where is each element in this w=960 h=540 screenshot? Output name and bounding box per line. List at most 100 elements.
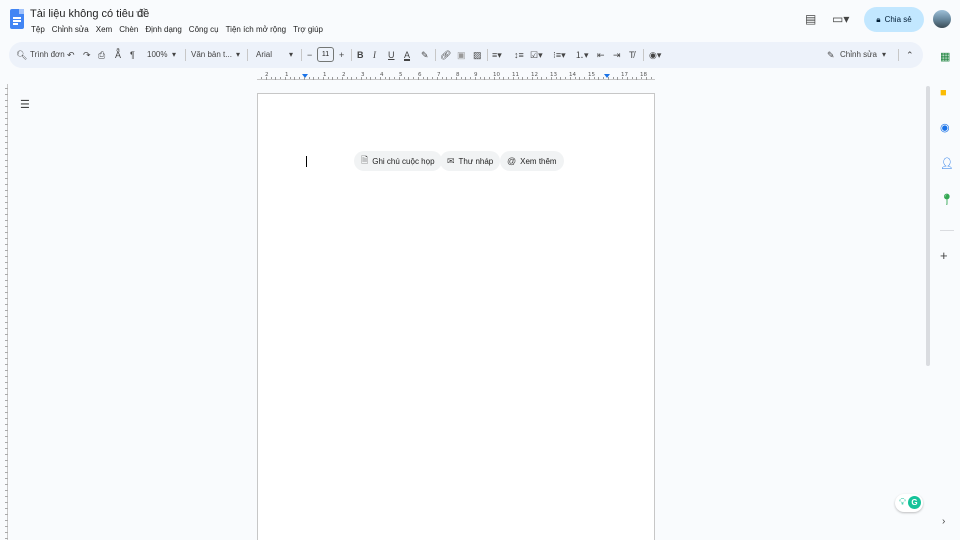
- maps-icon[interactable]: 📍︎: [940, 194, 954, 206]
- menu-insert[interactable]: Chèn: [119, 25, 138, 34]
- search-icon[interactable]: 🔍︎: [16, 42, 27, 68]
- underline-icon[interactable]: U: [388, 42, 395, 68]
- comment-history-icon[interactable]: ▤: [805, 11, 816, 27]
- calendar-icon[interactable]: ▦: [940, 51, 950, 63]
- ruler-tick: [422, 77, 424, 79]
- ruler-tick: [574, 77, 576, 79]
- vruler-tick: [5, 232, 8, 233]
- more-chip[interactable]: @ Xem thêm: [500, 151, 564, 171]
- vruler-tick: [5, 274, 8, 275]
- chevron-down-icon[interactable]: ▾: [236, 42, 240, 68]
- checklist-icon[interactable]: ☑▾: [530, 42, 543, 68]
- vruler-tick: [5, 448, 8, 449]
- vruler-tick: [5, 118, 8, 119]
- menu-file[interactable]: Tệp: [31, 25, 45, 34]
- ruler-tick: [460, 77, 462, 79]
- vruler-tick: [5, 298, 8, 299]
- keep-icon[interactable]: ■: [940, 87, 947, 99]
- font-size-input[interactable]: 11: [317, 47, 334, 62]
- vruler-tick: [5, 202, 8, 203]
- vruler-tick: [5, 484, 8, 485]
- increase-font-size-icon[interactable]: +: [339, 42, 344, 68]
- meeting-notes-label: Ghi chú cuộc họp: [372, 156, 435, 166]
- email-draft-chip[interactable]: ✉ Thư nháp: [440, 151, 501, 171]
- print-icon[interactable]: ⎙: [98, 42, 105, 68]
- text-color-icon[interactable]: A: [404, 42, 410, 68]
- input-tools-icon[interactable]: ◉▾: [649, 42, 661, 68]
- vruler-tick: [5, 400, 8, 401]
- bold-icon[interactable]: B: [357, 42, 364, 68]
- vruler-tick: [5, 328, 8, 329]
- editing-mode-select[interactable]: Chỉnh sửa: [840, 42, 877, 68]
- ruler-tick: [432, 77, 433, 79]
- meeting-notes-chip[interactable]: 🗎︎ Ghi chú cuộc họp: [354, 151, 442, 171]
- undo-icon[interactable]: ↶: [67, 42, 75, 68]
- chevron-down-icon[interactable]: ▾: [289, 42, 293, 68]
- side-panel-divider: [940, 230, 954, 231]
- vruler-tick: [5, 406, 8, 407]
- highlight-icon[interactable]: ✎: [421, 42, 429, 68]
- vruler-tick: [5, 280, 8, 281]
- chevron-right-icon[interactable]: ›: [942, 516, 945, 527]
- ruler-tick: [569, 77, 571, 80]
- ruler-tick: [607, 77, 609, 80]
- menu-format[interactable]: Định dạng: [145, 25, 181, 34]
- ruler-tick: [417, 77, 419, 80]
- vruler-tick: [5, 154, 8, 155]
- menu-extensions[interactable]: Tiện ích mở rộng: [226, 25, 287, 34]
- meet-icon[interactable]: ▭▾: [832, 11, 849, 27]
- ruler-tick: [470, 77, 471, 79]
- italic-icon[interactable]: I: [373, 42, 376, 68]
- vruler-tick: [5, 322, 8, 323]
- link-icon[interactable]: 🔗︎: [440, 42, 451, 68]
- menu-tools[interactable]: Công cụ: [189, 25, 219, 34]
- chevron-down-icon[interactable]: ▾: [172, 42, 176, 68]
- ruler-tick: [436, 77, 438, 80]
- vruler-tick: [5, 508, 8, 509]
- star-icon[interactable]: ☆: [135, 6, 146, 20]
- increase-indent-icon[interactable]: ⇥: [613, 42, 621, 68]
- spellcheck-icon[interactable]: Aͣ: [115, 42, 121, 68]
- document-page[interactable]: 🗎︎ Ghi chú cuộc họp ✉ Thư nháp @ Xem thê…: [257, 93, 655, 540]
- ruler-tick: [379, 77, 381, 80]
- collapse-toolbar-icon[interactable]: ⌃: [906, 42, 914, 68]
- vruler-tick: [5, 442, 8, 443]
- ruler-tick: [489, 77, 490, 79]
- redo-icon[interactable]: ↷: [83, 42, 91, 68]
- menu-edit[interactable]: Chỉnh sửa: [52, 25, 89, 34]
- horizontal-ruler[interactable]: 2 1 1 2 3 4 5 6 7 8 9 10 11 12 13 14 15 …: [257, 72, 655, 82]
- numbered-list-icon[interactable]: ⒈▾: [575, 42, 589, 68]
- decrease-font-size-icon[interactable]: −: [307, 42, 312, 68]
- bulleted-list-icon[interactable]: ⁝≡▾: [553, 42, 566, 68]
- vruler-tick: [5, 340, 8, 341]
- document-outline-icon[interactable]: ☰: [20, 98, 30, 111]
- image-icon[interactable]: ▨: [473, 42, 482, 68]
- comment-icon[interactable]: ▣: [457, 42, 466, 68]
- align-icon[interactable]: ≡▾: [492, 42, 502, 68]
- zoom-select[interactable]: 100%: [147, 42, 167, 68]
- add-icon[interactable]: +: [940, 249, 948, 262]
- docs-logo-icon[interactable]: [10, 9, 24, 29]
- avatar[interactable]: [933, 10, 951, 28]
- menu-view[interactable]: Xem: [96, 25, 112, 34]
- style-select[interactable]: Văn bản t...: [191, 42, 232, 68]
- document-title[interactable]: Tài liệu không có tiêu đề: [30, 8, 149, 20]
- contacts-icon[interactable]: 👤︎: [940, 158, 954, 170]
- vruler-tick: [5, 208, 8, 209]
- paint-format-icon[interactable]: ¶: [130, 42, 135, 68]
- menu-bar: Tệp Chỉnh sửa Xem Chèn Định dạng Công cụ…: [31, 25, 323, 34]
- line-spacing-icon[interactable]: ↕≡: [514, 42, 524, 68]
- share-button[interactable]: 🔒︎ Chia sẻ: [864, 7, 924, 32]
- scrollbar[interactable]: [926, 86, 930, 366]
- clear-formatting-icon[interactable]: T̸: [629, 42, 635, 68]
- grammarly-widget[interactable]: 💡︎ G: [895, 494, 923, 512]
- font-select[interactable]: Arial: [256, 42, 272, 68]
- decrease-indent-icon[interactable]: ⇤: [597, 42, 605, 68]
- menu-search-label[interactable]: Trình đơn: [30, 42, 65, 68]
- tasks-icon[interactable]: ◉: [940, 122, 950, 134]
- chevron-down-icon[interactable]: ▾: [882, 42, 886, 68]
- email-draft-label: Thư nháp: [458, 156, 494, 166]
- vertical-ruler[interactable]: [0, 84, 10, 540]
- vruler-tick: [5, 370, 8, 371]
- menu-help[interactable]: Trợ giúp: [293, 25, 323, 34]
